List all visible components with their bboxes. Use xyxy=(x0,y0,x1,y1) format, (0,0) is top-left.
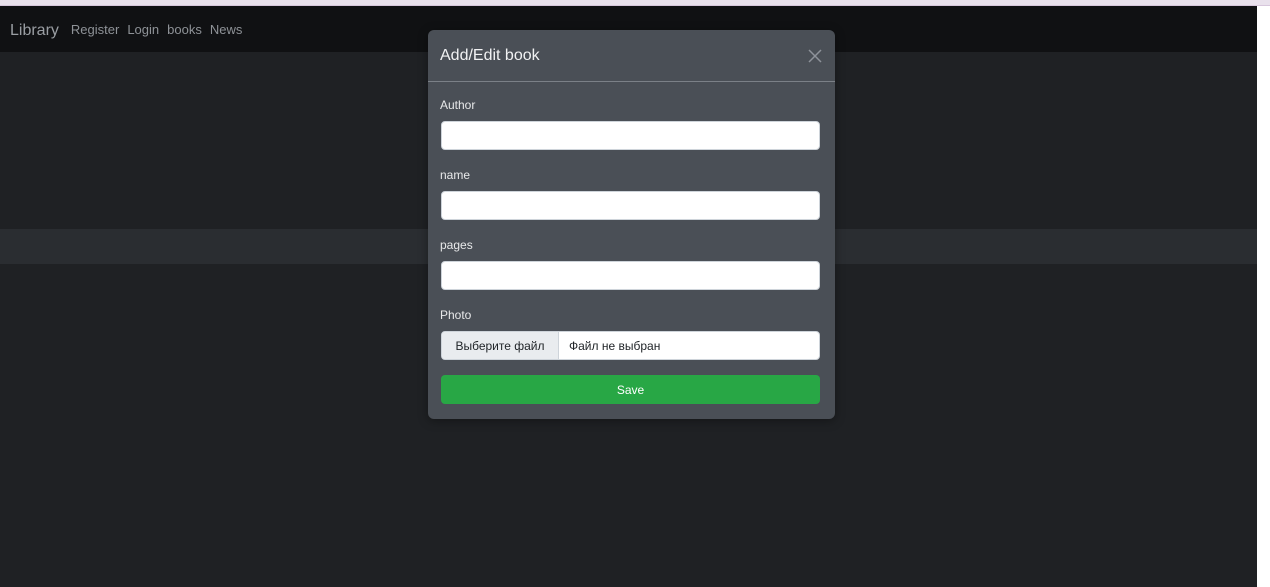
nav-link-books[interactable]: books xyxy=(167,22,202,38)
photo-label: Photo xyxy=(440,308,472,322)
nav-link-register[interactable]: Register xyxy=(71,22,119,38)
file-status-text: Файл не выбран xyxy=(569,338,661,353)
brand-logo[interactable]: Library xyxy=(10,22,59,40)
window-edge xyxy=(1257,6,1270,587)
author-input[interactable] xyxy=(441,121,820,150)
name-label: name xyxy=(440,168,471,182)
modal-header: Add/Edit book xyxy=(428,30,835,82)
nav-link-news[interactable]: News xyxy=(210,22,243,38)
pages-input[interactable] xyxy=(441,261,820,290)
app-window: Library Register Login books News Add/Ed… xyxy=(0,6,1257,587)
modal-title: Add/Edit book xyxy=(440,47,540,64)
nav-link-login[interactable]: Login xyxy=(127,22,159,38)
name-input[interactable] xyxy=(441,191,820,220)
pages-label: pages xyxy=(440,238,473,252)
nav-links: Register Login books News xyxy=(71,22,250,38)
add-edit-book-modal: Add/Edit book Author name pages Photo Вы… xyxy=(428,30,835,419)
close-icon[interactable] xyxy=(807,48,823,64)
photo-file-input[interactable]: Выберите файл Файл не выбран xyxy=(441,331,820,360)
choose-file-button[interactable]: Выберите файл xyxy=(442,332,559,359)
save-button[interactable]: Save xyxy=(441,375,820,404)
author-label: Author xyxy=(440,98,476,112)
